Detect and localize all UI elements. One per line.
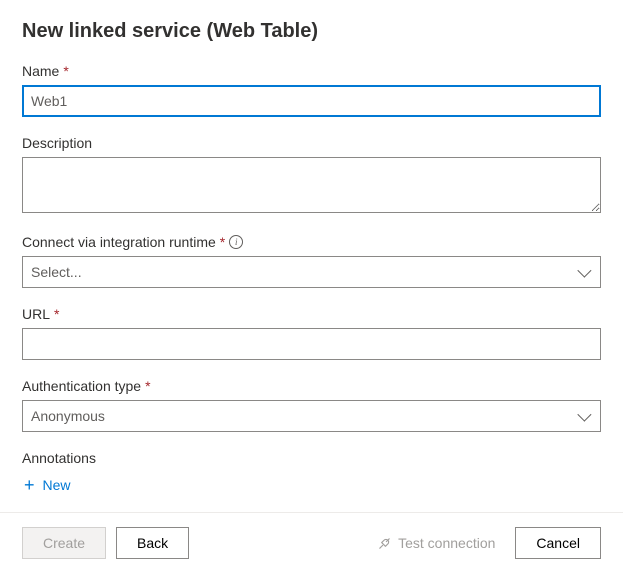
field-url: URL *: [22, 306, 601, 360]
footer: Create Back Test connection Cancel: [0, 512, 623, 573]
required-indicator: *: [220, 234, 225, 250]
field-integration-runtime: Connect via integration runtime * i Sele…: [22, 234, 601, 288]
description-label: Description: [22, 135, 601, 151]
auth-type-select[interactable]: Anonymous: [22, 400, 601, 432]
name-label: Name *: [22, 63, 601, 79]
field-annotations: Annotations + New: [22, 450, 601, 498]
page-title: New linked service (Web Table): [22, 20, 601, 43]
plug-icon: [377, 536, 392, 551]
annotations-label: Annotations: [22, 450, 601, 466]
url-input[interactable]: [22, 328, 601, 360]
test-connection-button: Test connection: [377, 535, 495, 551]
info-icon[interactable]: i: [229, 235, 243, 249]
plus-icon: +: [24, 476, 35, 494]
create-button: Create: [22, 527, 106, 559]
field-auth-type: Authentication type * Anonymous: [22, 378, 601, 432]
back-button[interactable]: Back: [116, 527, 189, 559]
add-annotation-button[interactable]: + New: [22, 472, 73, 498]
required-indicator: *: [145, 378, 150, 394]
runtime-label: Connect via integration runtime * i: [22, 234, 601, 250]
name-input[interactable]: [22, 85, 601, 117]
runtime-select[interactable]: Select...: [22, 256, 601, 288]
field-name: Name *: [22, 63, 601, 117]
chevron-down-icon: [577, 408, 591, 422]
chevron-down-icon: [577, 264, 591, 278]
description-input[interactable]: [22, 157, 601, 213]
cancel-button[interactable]: Cancel: [515, 527, 601, 559]
required-indicator: *: [54, 306, 59, 322]
field-description: Description: [22, 135, 601, 216]
url-label: URL *: [22, 306, 601, 322]
required-indicator: *: [63, 63, 68, 79]
auth-type-label: Authentication type *: [22, 378, 601, 394]
